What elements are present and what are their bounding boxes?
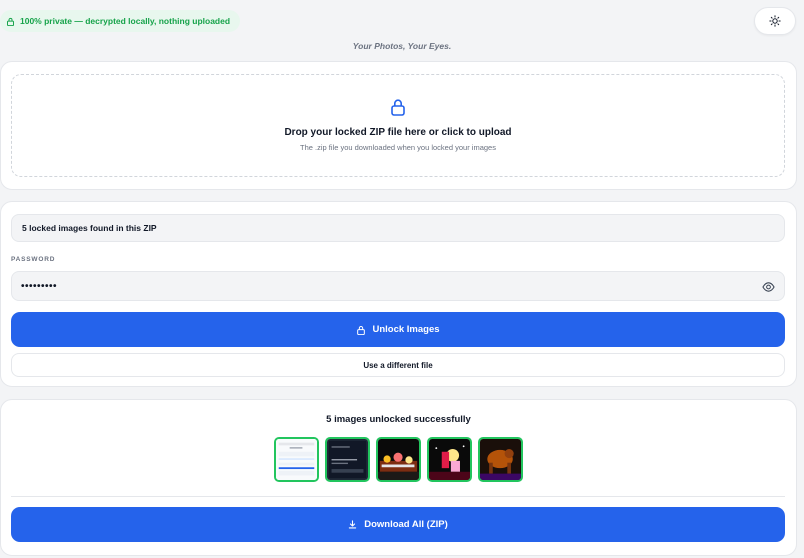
unlock-images-button[interactable]: Unlock Images xyxy=(11,312,785,347)
result-card: 5 images unlocked successfully Download … xyxy=(0,399,797,556)
privacy-badge-text: 100% private — decrypted locally, nothin… xyxy=(20,16,231,26)
password-value: ••••••••• xyxy=(21,280,58,292)
thumbnail-1[interactable] xyxy=(274,437,319,482)
lock-icon xyxy=(391,99,405,116)
tagline: Your Photos, Your Eyes. xyxy=(352,41,452,51)
password-field[interactable]: ••••••••• xyxy=(11,271,785,301)
password-label: PASSWORD xyxy=(11,256,56,263)
download-all-label: Download All (ZIP) xyxy=(364,519,448,530)
thumbnail-3[interactable] xyxy=(376,437,421,482)
dropzone-title: Drop your locked ZIP file here or click … xyxy=(284,127,512,138)
thumbnail-5[interactable] xyxy=(478,437,523,482)
privacy-badge: 100% private — decrypted locally, nothin… xyxy=(0,10,241,32)
theme-toggle-button[interactable] xyxy=(754,7,796,35)
lock-icon xyxy=(357,325,366,335)
unlock-form-card: 5 locked images found in this ZIP PASSWO… xyxy=(0,201,797,387)
download-all-button[interactable]: Download All (ZIP) xyxy=(11,507,785,542)
dropzone-subtitle: The .zip file you downloaded when you lo… xyxy=(300,143,496,152)
result-divider xyxy=(11,496,785,497)
lock-icon xyxy=(7,17,14,26)
use-different-file-button[interactable]: Use a different file xyxy=(11,353,785,377)
thumbnail-2[interactable] xyxy=(325,437,370,482)
download-icon xyxy=(349,520,357,529)
result-title: 5 images unlocked successfully xyxy=(326,414,471,425)
thumbnail-4[interactable] xyxy=(427,437,472,482)
upload-dropzone[interactable]: Drop your locked ZIP file here or click … xyxy=(11,74,785,177)
upload-card: Drop your locked ZIP file here or click … xyxy=(0,61,797,190)
found-images-status: 5 locked images found in this ZIP xyxy=(11,214,785,242)
eye-icon[interactable] xyxy=(762,281,775,293)
sun-icon xyxy=(769,15,781,27)
thumbnail-strip xyxy=(274,437,523,482)
unlock-images-label: Unlock Images xyxy=(372,324,440,335)
